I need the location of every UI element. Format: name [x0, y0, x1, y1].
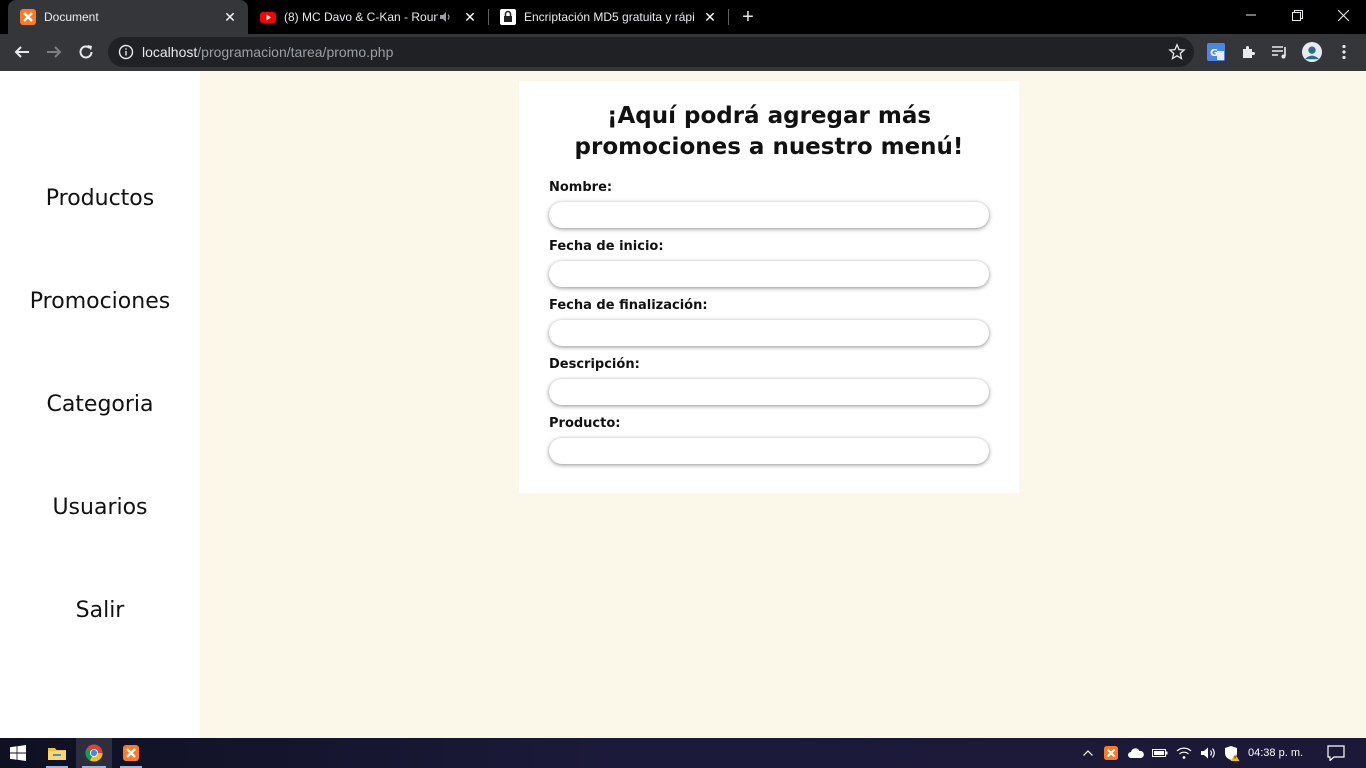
descripcion-input[interactable]: [549, 379, 989, 405]
close-tab-icon[interactable]: ✕: [220, 7, 240, 27]
file-explorer-taskbar-icon[interactable]: [40, 738, 74, 768]
fecha-inicio-input[interactable]: [549, 261, 989, 287]
notification-center-icon[interactable]: [1318, 738, 1354, 768]
wifi-icon[interactable]: [1174, 738, 1194, 768]
nombre-label: Nombre:: [549, 180, 613, 195]
fecha-inicio-label: Fecha de inicio:: [549, 239, 664, 254]
tab-separator: [728, 9, 729, 25]
producto-label: Producto:: [549, 416, 621, 431]
windows-start-button[interactable]: [0, 738, 36, 768]
sidebar-nav: Productos Promociones Categoria Usuarios…: [0, 71, 200, 738]
show-hidden-icons-chevron-icon[interactable]: [1080, 738, 1096, 768]
tab-youtube[interactable]: (8) MC Davo & C-Kan - Roun ✕: [248, 0, 488, 34]
url-text: localhost/programacion/tarea/promo.php: [142, 44, 393, 60]
fecha-finalizacion-input[interactable]: [549, 320, 989, 346]
forward-button[interactable]: [40, 38, 68, 66]
extensions-puzzle-icon[interactable]: [1238, 42, 1258, 62]
tab-md5[interactable]: Encriptación MD5 gratuita y rápi ✕: [488, 0, 728, 34]
promo-form-card: ¡Aquí podrá agregar más promociones a nu…: [519, 81, 1019, 493]
xampp-tray-icon[interactable]: [1102, 738, 1120, 768]
url-path: /programacion/tarea/promo.php: [197, 44, 394, 60]
svg-text:G: G: [1210, 48, 1218, 59]
page-viewport: Productos Promociones Categoria Usuarios…: [0, 71, 1366, 738]
nombre-input[interactable]: [549, 202, 989, 228]
nav-link-productos[interactable]: Productos: [0, 186, 200, 211]
tab-document[interactable]: Document ✕: [8, 0, 248, 34]
minimize-button[interactable]: [1228, 0, 1274, 30]
tab-title: (8) MC Davo & C-Kan - Roun: [284, 10, 438, 24]
youtube-icon: [260, 9, 276, 25]
windows-taskbar: 04:38 p. m.: [0, 738, 1366, 768]
back-button[interactable]: [8, 38, 36, 66]
media-playlist-icon[interactable]: [1270, 42, 1290, 62]
speaker-icon[interactable]: [438, 10, 452, 24]
tab-title: Encriptación MD5 gratuita y rápi: [524, 10, 695, 24]
url-host: localhost: [142, 44, 198, 60]
battery-icon[interactable]: [1150, 738, 1170, 768]
close-window-button[interactable]: [1320, 0, 1366, 30]
chrome-taskbar-icon[interactable]: [76, 738, 112, 768]
new-tab-button[interactable]: +: [736, 5, 760, 29]
info-icon[interactable]: [118, 44, 134, 60]
profile-avatar[interactable]: [1302, 42, 1322, 62]
descripcion-label: Descripción:: [549, 357, 640, 372]
nav-link-usuarios[interactable]: Usuarios: [0, 495, 200, 520]
close-tab-icon[interactable]: ✕: [460, 7, 480, 27]
lock-icon: [500, 9, 516, 25]
bookmark-star-icon[interactable]: [1168, 43, 1186, 61]
restore-button[interactable]: [1274, 0, 1320, 30]
browser-toolbar: localhost/programacion/tarea/promo.php G: [0, 34, 1366, 71]
kebab-menu-icon[interactable]: [1334, 42, 1354, 62]
nav-link-categoria[interactable]: Categoria: [0, 392, 200, 417]
taskbar-clock[interactable]: 04:38 p. m.: [1248, 738, 1303, 768]
fecha-finalizacion-label: Fecha de finalización:: [549, 298, 708, 313]
form-title: ¡Aquí podrá agregar más promociones a nu…: [574, 103, 964, 160]
xampp-taskbar-icon[interactable]: [114, 738, 148, 768]
address-bar[interactable]: localhost/programacion/tarea/promo.php: [108, 37, 1194, 67]
reload-button[interactable]: [72, 38, 100, 66]
nav-link-salir[interactable]: Salir: [0, 598, 200, 623]
onedrive-cloud-icon[interactable]: [1126, 738, 1146, 768]
tab-title: Document: [44, 10, 99, 24]
close-tab-icon[interactable]: ✕: [700, 7, 720, 27]
producto-input[interactable]: [549, 438, 989, 464]
volume-speaker-icon[interactable]: [1198, 738, 1218, 768]
xampp-icon: [20, 9, 36, 25]
tab-strip: Document ✕ (8) MC Davo & C-Kan - Roun ✕ …: [0, 0, 1366, 34]
security-shield-warning-icon[interactable]: [1222, 738, 1242, 768]
google-translate-icon[interactable]: G: [1206, 42, 1226, 62]
nav-link-promociones[interactable]: Promociones: [0, 289, 200, 314]
